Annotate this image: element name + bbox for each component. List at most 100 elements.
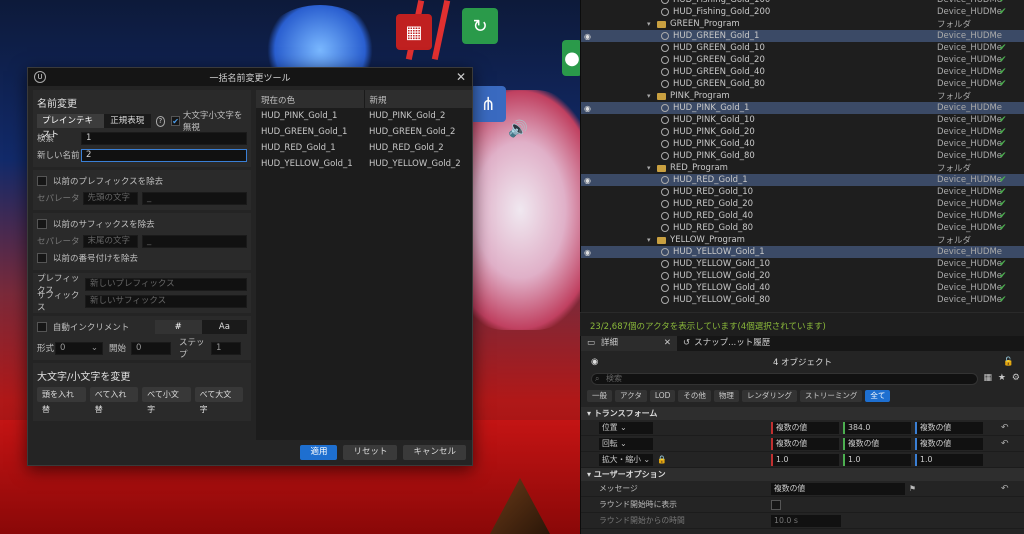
flag-icon[interactable]: ⚑ [909,484,916,493]
outliner-folder-row[interactable]: ▾ PINK_Program フォルダ [581,90,1024,102]
reset-button[interactable]: リセット [343,444,398,460]
remove-suffix-checkbox[interactable] [37,219,47,229]
round-time-field[interactable]: 10.0 s [771,514,841,527]
expand-arrow-icon[interactable]: ▾ [647,236,655,244]
outliner-actor-row[interactable]: HUD_YELLOW_Gold_80 Device_HUDMe ✔ [581,294,1024,306]
prefix-separator-field[interactable]: _ [142,191,248,205]
outliner-actor-row[interactable]: HUD_RED_Gold_40 Device_HUDMe ✔ [581,210,1024,222]
location-y[interactable]: 384.0 [843,421,911,434]
col-current-name[interactable]: 現在の色 [256,90,365,108]
location-z[interactable]: 複数の値 [915,421,983,434]
prefix-field[interactable]: 新しいプレフィックス [85,277,247,291]
outliner-folder-row[interactable]: ▾ RED_Program フォルダ [581,162,1024,174]
outliner-actor-row[interactable]: HUD_YELLOW_Gold_20 Device_HUDMe ✔ [581,270,1024,282]
user-options-category[interactable]: ▾ ユーザーオプション [581,468,1024,481]
expand-arrow-icon[interactable]: ▾ [647,92,655,100]
filter-chip[interactable]: 全て [865,390,891,402]
scale-z[interactable]: 1.0 [915,453,983,466]
suffix-field[interactable]: 新しいサフィックス [85,294,247,308]
case-btn-swap[interactable]: べて入れ替 [89,386,139,414]
reset-icon[interactable]: ↶ [1001,423,1009,433]
remove-numbering-checkbox[interactable] [37,253,47,263]
suffix-chars-field[interactable]: 末尾の文字 [82,234,139,248]
visibility-eye-icon[interactable]: ◉ [584,248,594,257]
outliner-actor-row[interactable]: HUD_GREEN_Gold_20 Device_HUDMe ✔ [581,54,1024,66]
plain-text-tab[interactable]: プレインテキスト [37,114,104,140]
visibility-eye-icon[interactable]: ◉ [584,104,594,113]
increment-alpha-tab[interactable]: Aa [201,320,247,334]
cancel-button[interactable]: キャンセル [403,444,466,460]
outliner-actor-row[interactable]: HUD_PINK_Gold_20 Device_HUDMe ✔ [581,126,1024,138]
outliner-actor-row[interactable]: ◉ HUD_RED_Gold_1 Device_HUDMe ✔ [581,174,1024,186]
visibility-eye-icon[interactable]: ◉ [584,32,594,41]
scale-x[interactable]: 1.0 [771,453,839,466]
filter-chip[interactable]: 物理 [713,390,739,402]
transform-category[interactable]: ▾ トランスフォーム [581,407,1024,420]
outliner-actor-row[interactable]: HUD_RED_Gold_10 Device_HUDMe ✔ [581,186,1024,198]
outliner-actor-row[interactable]: HUD_PINK_Gold_40 Device_HUDMe ✔ [581,138,1024,150]
rotation-z[interactable]: 複数の値 [915,437,983,450]
location-dropdown[interactable]: 位置 ⌄ [599,421,653,434]
search-field[interactable]: 1 [81,131,247,145]
outliner-actor-row[interactable]: HUD_GREEN_Gold_40 Device_HUDMe ✔ [581,66,1024,78]
outliner-actor-row[interactable]: HUD_PINK_Gold_80 Device_HUDMe ✔ [581,150,1024,162]
outliner-folder-row[interactable]: ▾ YELLOW_Program フォルダ [581,234,1024,246]
outliner-actor-row[interactable]: HUD_Fishing_Gold_200 Device_HUDMe ✔ [581,6,1024,18]
outliner-actor-row[interactable]: HUD_GREEN_Gold_80 Device_HUDMe ✔ [581,78,1024,90]
outliner-actor-row[interactable]: ◉ HUD_PINK_Gold_1 Device_HUDMe [581,102,1024,114]
lock-icon[interactable]: 🔓 [1003,357,1014,367]
reset-icon[interactable]: ↶ [1001,484,1009,494]
rotation-y[interactable]: 複数の値 [843,437,911,450]
apply-button[interactable]: 適用 [300,444,338,460]
increment-numeric-tab[interactable]: # [154,320,202,334]
location-x[interactable]: 複数の値 [771,421,839,434]
case-btn-lower[interactable]: べて小文字 [142,386,191,414]
new-name-field[interactable]: 2 [81,148,247,162]
show-on-round-checkbox[interactable] [771,499,781,510]
rotation-dropdown[interactable]: 回転 ⌄ [599,437,653,450]
suffix-separator-field[interactable]: _ [142,234,248,248]
star-icon[interactable]: ★ [998,373,1006,383]
start-field[interactable]: 0 [131,341,171,355]
expand-arrow-icon[interactable]: ▾ [647,164,655,172]
ignore-case-checkbox[interactable]: ✔ [171,116,180,126]
details-search-input[interactable]: ⌕ 検索 [591,373,978,385]
outliner-actor-row[interactable]: HUD_RED_Gold_80 Device_HUDMe ✔ [581,222,1024,234]
case-btn-title[interactable]: 頭を入れ替 [37,386,86,414]
filter-chip[interactable]: ストリーミング [799,390,863,402]
auto-increment-checkbox[interactable] [37,322,47,332]
filter-chip[interactable]: レンダリング [741,390,797,402]
reset-icon[interactable]: ↶ [1001,439,1009,449]
visibility-eye-icon[interactable]: ◉ [584,176,594,185]
filter-chip[interactable]: LOD [649,390,676,402]
tab-snapshot[interactable]: ↺ スナップ...ット履歴 [677,336,776,351]
filter-chip[interactable]: その他 [678,390,711,402]
outliner-folder-row[interactable]: ▾ GREEN_Program フォルダ [581,18,1024,30]
outliner-actor-row[interactable]: ◉ HUD_YELLOW_Gold_1 Device_HUDMe [581,246,1024,258]
case-btn-upper[interactable]: べて大文字 [194,386,243,414]
grid-icon[interactable]: ▦ [983,373,992,383]
expand-arrow-icon[interactable]: ▾ [647,20,655,28]
scale-y[interactable]: 1.0 [843,453,911,466]
scale-dropdown[interactable]: 拡大・縮小 ⌄ [599,453,653,466]
message-field[interactable]: 複数の値 [771,482,905,495]
help-icon[interactable]: ? [155,115,166,127]
rotation-x[interactable]: 複数の値 [771,437,839,450]
format-dropdown[interactable]: 0 ⌄ [55,341,103,355]
outliner-actor-row[interactable]: HUD_GREEN_Gold_10 Device_HUDMe ✔ [581,42,1024,54]
step-field[interactable]: 1 [211,341,241,355]
col-new-name[interactable]: 新規 [365,90,473,108]
outliner-actor-row[interactable]: HUD_RED_Gold_20 Device_HUDMe ✔ [581,198,1024,210]
outliner-actor-row[interactable]: ◉ HUD_GREEN_Gold_1 Device_HUDMe [581,30,1024,42]
prefix-chars-field[interactable]: 先頭の文字 [82,191,139,205]
tab-details[interactable]: ▭ 詳細 ✕ [581,336,677,351]
outliner-actor-row[interactable]: HUD_YELLOW_Gold_10 Device_HUDMe ✔ [581,258,1024,270]
outliner-actor-row[interactable]: HUD_YELLOW_Gold_40 Device_HUDMe ✔ [581,282,1024,294]
filter-chip[interactable]: 一般 [587,390,612,402]
remove-prefix-checkbox[interactable] [37,176,47,186]
outliner-actor-row[interactable]: HUD_PINK_Gold_10 Device_HUDMe ✔ [581,114,1024,126]
filter-chip[interactable]: アクタ [615,390,647,402]
gear-icon[interactable]: ⚙ [1012,373,1020,383]
close-icon[interactable]: ✕ [664,336,671,351]
regex-tab[interactable]: 正規表現 [103,114,151,128]
